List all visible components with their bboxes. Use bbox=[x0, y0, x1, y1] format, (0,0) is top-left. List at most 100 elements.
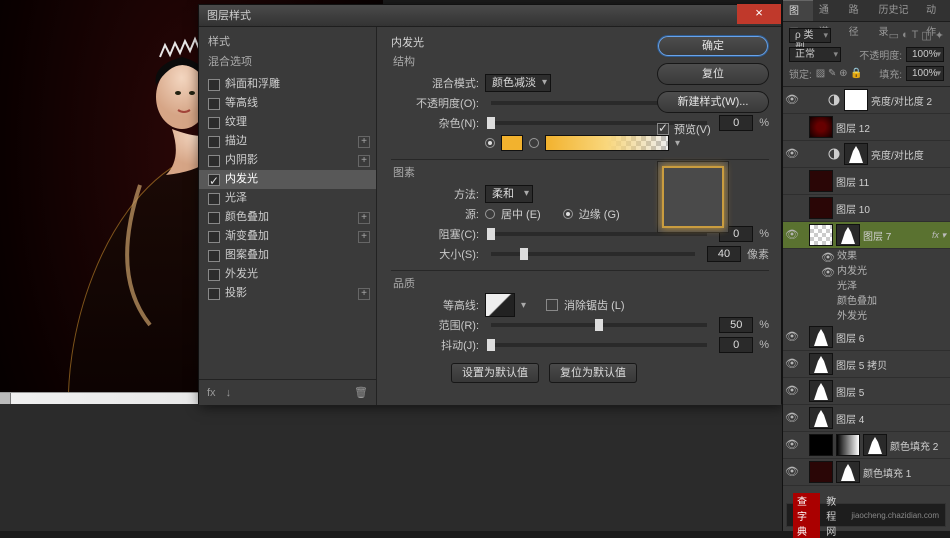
effect-4[interactable]: 内阴影+ bbox=[199, 151, 376, 170]
layer-effect-sub[interactable]: 👁效果 bbox=[783, 249, 950, 264]
effect-checkbox[interactable] bbox=[208, 212, 220, 224]
effect-8[interactable]: 渐变叠加+ bbox=[199, 227, 376, 246]
size-value[interactable]: 40 bbox=[707, 246, 741, 262]
effect-checkbox[interactable] bbox=[208, 136, 220, 148]
layer-thumb[interactable] bbox=[863, 434, 887, 456]
reset-default-button[interactable]: 复位为默认值 bbox=[549, 363, 637, 383]
layer-row[interactable]: 图层 12 bbox=[783, 114, 950, 141]
visibility-icon[interactable]: 👁 bbox=[821, 251, 833, 263]
layer-effect-sub[interactable]: 外发光 bbox=[783, 309, 950, 324]
plus-icon[interactable]: + bbox=[358, 212, 370, 224]
effect-0[interactable]: 斜面和浮雕 bbox=[199, 75, 376, 94]
tab-0[interactable]: 图层 bbox=[783, 0, 813, 21]
effect-9[interactable]: 图案叠加 bbox=[199, 246, 376, 265]
layer-thumb[interactable] bbox=[809, 353, 833, 375]
tab-4[interactable]: 动作 bbox=[920, 0, 950, 21]
size-slider[interactable] bbox=[491, 252, 695, 256]
new-style-button[interactable]: 新建样式(W)... bbox=[657, 91, 769, 113]
effect-6[interactable]: 光泽 bbox=[199, 189, 376, 208]
visibility-icon[interactable] bbox=[821, 311, 833, 323]
effect-checkbox[interactable] bbox=[208, 193, 220, 205]
effect-11[interactable]: 投影+ bbox=[199, 284, 376, 303]
fill-panel[interactable]: 100% bbox=[906, 66, 944, 81]
blend-options-header[interactable]: 混合选项 bbox=[199, 51, 376, 75]
visibility-icon[interactable] bbox=[821, 296, 833, 308]
layer-thumb[interactable] bbox=[809, 461, 833, 483]
chevron-down-icon[interactable]: ▾ bbox=[521, 300, 526, 311]
color-radio[interactable] bbox=[485, 138, 495, 148]
lock-icons[interactable]: ▨ ✎ ⊕ 🔒 bbox=[816, 68, 863, 79]
effect-7[interactable]: 颜色叠加+ bbox=[199, 208, 376, 227]
tab-2[interactable]: 路径 bbox=[843, 0, 873, 21]
visibility-icon[interactable] bbox=[785, 201, 799, 215]
plus-icon[interactable]: + bbox=[358, 155, 370, 167]
visibility-icon[interactable] bbox=[821, 281, 833, 293]
layer-effect-sub[interactable]: 👁内发光 bbox=[783, 264, 950, 279]
layer-row[interactable]: 👁图层 5 bbox=[783, 378, 950, 405]
cancel-button[interactable]: 复位 bbox=[657, 63, 769, 85]
effect-checkbox[interactable] bbox=[208, 250, 220, 262]
ok-button[interactable]: 确定 bbox=[657, 35, 769, 57]
layer-row[interactable]: 👁图层 7fx ▾ bbox=[783, 222, 950, 249]
plus-icon[interactable]: + bbox=[358, 231, 370, 243]
jitter-slider[interactable] bbox=[491, 343, 707, 347]
layer-thumb[interactable] bbox=[836, 461, 860, 483]
effect-10[interactable]: 外发光 bbox=[199, 265, 376, 284]
effect-checkbox[interactable] bbox=[208, 155, 220, 167]
layer-row[interactable]: 👁图层 4 bbox=[783, 405, 950, 432]
layer-row[interactable]: 图层 11 bbox=[783, 168, 950, 195]
range-slider[interactable] bbox=[491, 323, 707, 327]
fx-menu-icon[interactable]: fx bbox=[207, 387, 216, 399]
visibility-icon[interactable]: 👁 bbox=[785, 357, 799, 371]
effect-checkbox[interactable] bbox=[208, 288, 220, 300]
method-select[interactable]: 柔和 bbox=[485, 185, 533, 203]
effect-checkbox[interactable] bbox=[208, 269, 220, 281]
jitter-value[interactable]: 0 bbox=[719, 337, 753, 353]
effect-3[interactable]: 描边+ bbox=[199, 132, 376, 151]
plus-icon[interactable]: + bbox=[358, 136, 370, 148]
layer-thumb[interactable] bbox=[809, 380, 833, 402]
tab-3[interactable]: 历史记录 bbox=[872, 0, 920, 21]
layer-thumb[interactable] bbox=[809, 224, 833, 246]
layer-thumb[interactable] bbox=[836, 434, 860, 456]
layer-thumb[interactable] bbox=[844, 143, 868, 165]
effect-checkbox[interactable] bbox=[208, 174, 220, 186]
source-edge-radio[interactable] bbox=[563, 209, 573, 219]
layer-thumb[interactable] bbox=[809, 434, 833, 456]
visibility-icon[interactable]: 👁 bbox=[785, 228, 799, 242]
close-icon[interactable]: × bbox=[737, 4, 781, 24]
range-value[interactable]: 50 bbox=[719, 317, 753, 333]
layer-row[interactable]: 👁亮度/对比度 2 bbox=[783, 87, 950, 114]
layer-thumb[interactable] bbox=[836, 224, 860, 246]
layer-effect-sub[interactable]: 颜色叠加 bbox=[783, 294, 950, 309]
visibility-icon[interactable] bbox=[785, 120, 799, 134]
layer-thumb[interactable] bbox=[809, 116, 833, 138]
chevron-down-icon[interactable]: ↓ bbox=[226, 387, 232, 399]
layer-thumb[interactable] bbox=[809, 407, 833, 429]
visibility-icon[interactable]: 👁 bbox=[785, 438, 799, 452]
antialias-checkbox[interactable] bbox=[546, 299, 558, 311]
effect-checkbox[interactable] bbox=[208, 98, 220, 110]
visibility-icon[interactable]: 👁 bbox=[785, 147, 799, 161]
effect-5[interactable]: 内发光 bbox=[199, 170, 376, 189]
visibility-icon[interactable] bbox=[785, 174, 799, 188]
layer-thumb[interactable] bbox=[844, 89, 868, 111]
visibility-icon[interactable]: 👁 bbox=[785, 330, 799, 344]
gradient-radio[interactable] bbox=[529, 138, 539, 148]
opacity-panel[interactable]: 100% bbox=[906, 47, 944, 62]
effect-2[interactable]: 纹理 bbox=[199, 113, 376, 132]
preview-checkbox[interactable]: ✓ bbox=[657, 123, 669, 135]
layer-thumb[interactable] bbox=[809, 170, 833, 192]
visibility-icon[interactable]: 👁 bbox=[785, 411, 799, 425]
visibility-icon[interactable]: 👁 bbox=[785, 465, 799, 479]
effect-checkbox[interactable] bbox=[208, 117, 220, 129]
kind-select[interactable]: ρ 类型 bbox=[789, 28, 831, 43]
make-default-button[interactable]: 设置为默认值 bbox=[451, 363, 539, 383]
layer-row[interactable]: 👁亮度/对比度 bbox=[783, 141, 950, 168]
effect-1[interactable]: 等高线 bbox=[199, 94, 376, 113]
effect-checkbox[interactable] bbox=[208, 231, 220, 243]
gradient-swatch[interactable] bbox=[545, 135, 669, 151]
visibility-icon[interactable]: 👁 bbox=[821, 266, 833, 278]
blendmode-panel-select[interactable]: 正常 bbox=[789, 47, 841, 62]
layer-row[interactable]: 👁图层 5 拷贝 bbox=[783, 351, 950, 378]
